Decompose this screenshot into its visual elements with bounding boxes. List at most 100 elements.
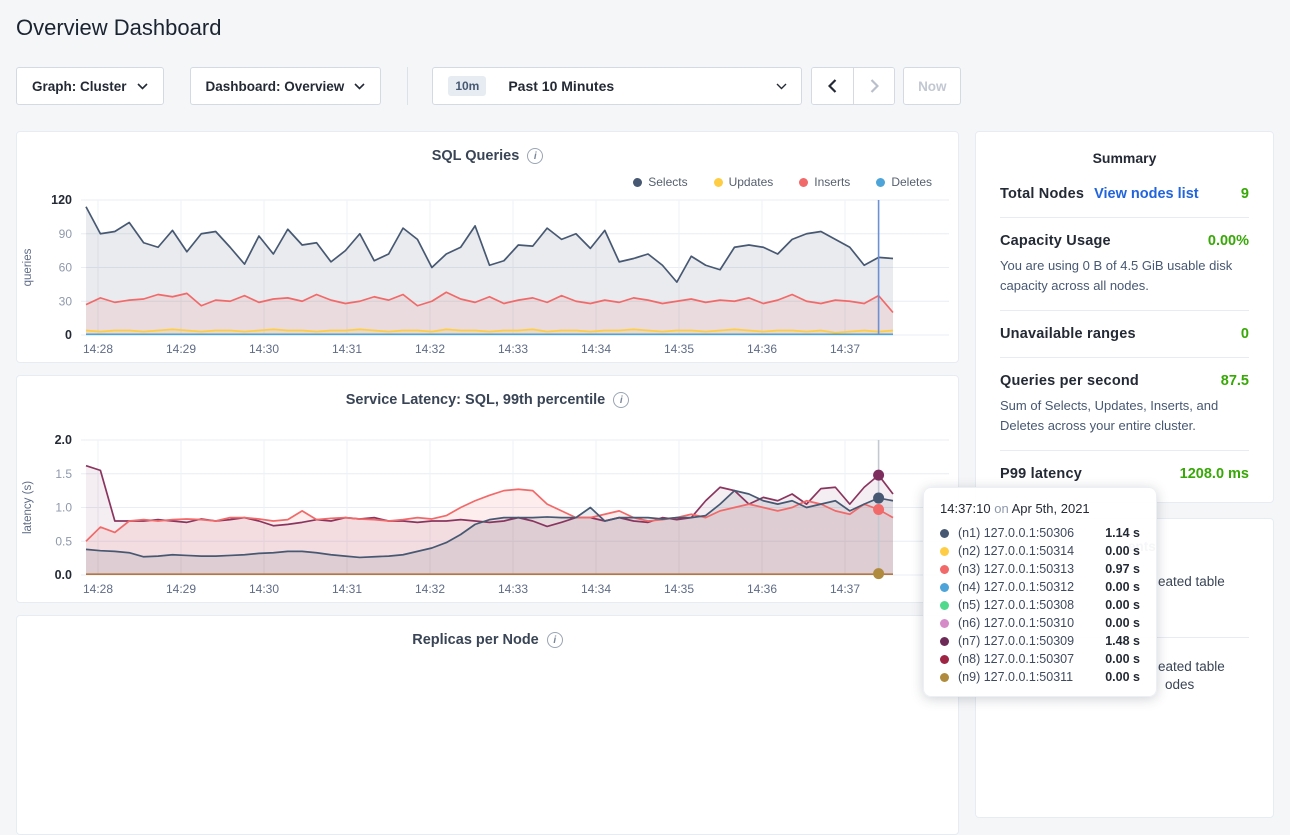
chart-hover-tooltip: 14:37:10 on Apr 5th, 2021 (n1) 127.0.0.1…: [923, 487, 1157, 697]
summary-label: Total Nodes: [1000, 186, 1084, 202]
summary-label: P99 latency: [1000, 466, 1082, 482]
sql-queries-chart[interactable]: 030609012014:2814:2914:3014:3114:3214:33…: [17, 190, 958, 362]
time-next-button[interactable]: [853, 68, 894, 104]
summary-row: Unavailable ranges 0: [1000, 326, 1249, 342]
summary-divider: [1000, 310, 1249, 311]
summary-value: 9: [1241, 186, 1249, 202]
tooltip-node-value: 0.00 s: [1105, 580, 1140, 594]
summary-title: Summary: [1000, 150, 1249, 166]
svg-text:14:34: 14:34: [581, 582, 611, 596]
summary-row: Capacity Usage 0.00% You are using 0 B of …: [1000, 233, 1249, 295]
summary-value: 1208.0 ms: [1180, 466, 1249, 482]
tooltip-timestamp: 14:37:10 on Apr 5th, 2021: [940, 501, 1140, 516]
chevron-down-icon: [776, 83, 787, 90]
graph-dropdown[interactable]: Graph: Cluster: [16, 67, 164, 105]
dashboard-dropdown[interactable]: Dashboard: Overview: [190, 67, 382, 105]
tooltip-node-row: (n8) 127.0.0.1:50307 0.00 s: [940, 650, 1140, 668]
summary-value: 87.5: [1221, 373, 1249, 389]
svg-text:14:28: 14:28: [83, 342, 113, 356]
charts-column: SQL Queries i SelectsUpdatesInsertsDelet…: [16, 131, 959, 835]
tooltip-node-row: (n3) 127.0.0.1:50313 0.97 s: [940, 560, 1140, 578]
legend-dot: [633, 178, 642, 187]
service-latency-chart[interactable]: 0.00.51.01.52.014:2814:2914:3014:3114:32…: [17, 430, 958, 602]
tooltip-node-label: (n6) 127.0.0.1:50310: [958, 616, 1074, 630]
series-dot-icon: [940, 565, 949, 574]
svg-text:14:34: 14:34: [581, 342, 611, 356]
series-dot-icon: [940, 619, 949, 628]
summary-row: Total Nodes View nodes list 9: [1000, 186, 1249, 202]
svg-text:0.0: 0.0: [55, 568, 72, 582]
view-nodes-list-link[interactable]: View nodes list: [1094, 186, 1199, 202]
tooltip-node-value: 1.48 s: [1105, 634, 1140, 648]
legend-item-selects[interactable]: Selects: [633, 174, 687, 190]
svg-text:14:37: 14:37: [830, 342, 860, 356]
legend-label: Updates: [729, 175, 774, 189]
sql-queries-legend: Selects Updates Inserts Deletes: [17, 164, 958, 190]
svg-text:120: 120: [51, 193, 72, 207]
legend-item-updates[interactable]: Updates: [714, 174, 774, 190]
legend-item-deletes[interactable]: Deletes: [876, 174, 932, 190]
svg-text:14:31: 14:31: [332, 342, 362, 356]
series-dot-icon: [940, 673, 949, 682]
tooltip-node-label: (n7) 127.0.0.1:50309: [958, 634, 1074, 648]
svg-text:2.0: 2.0: [55, 433, 72, 447]
summary-value: 0: [1241, 326, 1249, 342]
tooltip-node-value: 0.00 s: [1105, 598, 1140, 612]
svg-text:14:35: 14:35: [664, 342, 694, 356]
event-row-fragment: eated table: [1158, 574, 1225, 589]
summary-label: Unavailable ranges: [1000, 326, 1136, 342]
series-dot-icon: [940, 637, 949, 646]
svg-text:queries: queries: [22, 248, 34, 286]
tooltip-node-label: (n3) 127.0.0.1:50313: [958, 562, 1074, 576]
summary-value: 0.00%: [1208, 233, 1249, 249]
svg-text:14:29: 14:29: [166, 342, 196, 356]
time-range-selector[interactable]: 10m Past 10 Minutes: [432, 67, 802, 105]
legend-dot: [876, 178, 885, 187]
legend-dot: [799, 178, 808, 187]
toolbar: Graph: Cluster Dashboard: Overview 10m P…: [16, 67, 1274, 105]
svg-text:30: 30: [59, 294, 73, 308]
tooltip-node-value: 0.97 s: [1105, 562, 1140, 576]
series-dot-icon: [940, 529, 949, 538]
info-icon[interactable]: i: [613, 392, 629, 408]
tooltip-node-value: 0.00 s: [1105, 652, 1140, 666]
tooltip-node-row: (n9) 127.0.0.1:503110.00 s: [940, 668, 1140, 686]
svg-text:60: 60: [59, 261, 73, 275]
time-range-label: Past 10 Minutes: [508, 78, 614, 94]
tooltip-node-label: (n8) 127.0.0.1:50307: [958, 652, 1074, 666]
summary-card: Summary Total Nodes View nodes list 9 Capac…: [975, 131, 1274, 503]
chevron-down-icon: [137, 83, 148, 90]
svg-text:1.5: 1.5: [55, 467, 72, 481]
graph-dropdown-label: Graph: Cluster: [32, 79, 127, 94]
summary-description: You are using 0 B of 4.5 GiB usable disk…: [1000, 256, 1249, 295]
replicas-per-node-title: Replicas per Node: [412, 632, 539, 648]
tooltip-node-row: (n1) 127.0.0.1:503061.14 s: [940, 524, 1140, 542]
sidebar: Summary Total Nodes View nodes list 9 Capac…: [975, 131, 1274, 818]
time-prev-button[interactable]: [812, 68, 853, 104]
svg-text:1.0: 1.0: [55, 501, 72, 515]
svg-text:14:33: 14:33: [498, 342, 528, 356]
tooltip-node-label: (n2) 127.0.0.1:50314: [958, 544, 1074, 558]
series-dot-icon: [940, 547, 949, 556]
tooltip-node-value: 1.14 s: [1105, 526, 1140, 540]
info-icon[interactable]: i: [527, 148, 543, 164]
summary-divider: [1000, 450, 1249, 451]
legend-item-inserts[interactable]: Inserts: [799, 174, 850, 190]
summary-description: Sum of Selects, Updates, Inserts, and De…: [1000, 396, 1249, 435]
event-row-fragment: odes: [1165, 677, 1194, 692]
svg-text:14:35: 14:35: [664, 582, 694, 596]
tooltip-node-value: 0.00 s: [1105, 616, 1140, 630]
info-icon[interactable]: i: [547, 632, 563, 648]
now-button[interactable]: Now: [903, 67, 961, 105]
tooltip-node-row: (n6) 127.0.0.1:50310 0.00 s: [940, 614, 1140, 632]
svg-text:14:37: 14:37: [830, 582, 860, 596]
tooltip-node-label: (n9) 127.0.0.1:50311: [958, 670, 1073, 684]
summary-label: Capacity Usage: [1000, 233, 1111, 249]
tooltip-node-row: (n4) 127.0.0.1:503120.00 s: [940, 578, 1140, 596]
dashboard-dropdown-label: Dashboard: Overview: [206, 79, 345, 94]
service-latency-card: Service Latency: SQL, 99th percentile i …: [16, 375, 959, 603]
svg-text:0: 0: [65, 328, 72, 342]
time-pager: [811, 67, 895, 105]
tooltip-node-row: (n2) 127.0.0.1:503140.00 s: [940, 542, 1140, 560]
page-title: Overview Dashboard: [16, 15, 1290, 41]
